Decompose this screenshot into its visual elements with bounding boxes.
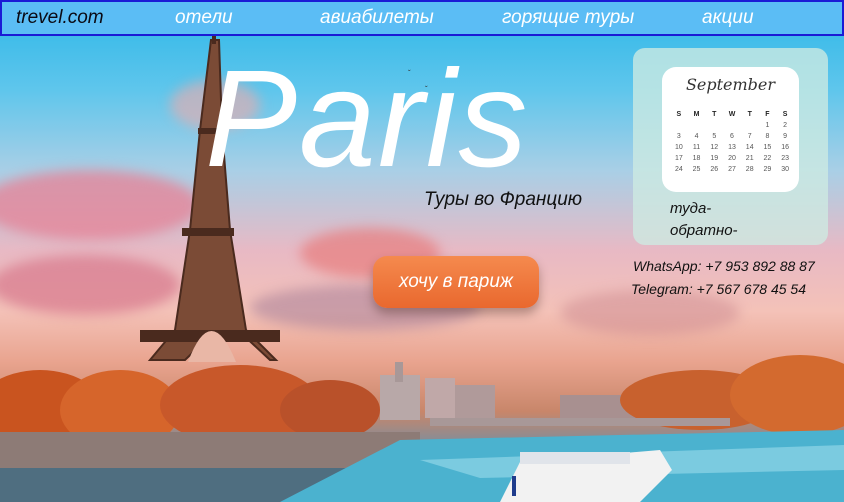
calendar-day[interactable]: 12	[705, 144, 723, 151]
calendar-day[interactable]: 9	[776, 133, 794, 140]
cta-button[interactable]: хочу в париж	[373, 256, 539, 308]
nav-link-flights[interactable]: авиабилеты	[320, 7, 434, 29]
calendar-day[interactable]: 17	[670, 155, 688, 162]
calendar-weekday: M	[693, 111, 700, 118]
calendar-day[interactable]: 5	[705, 133, 723, 140]
calendar-day[interactable]: 30	[776, 166, 794, 173]
calendar-day[interactable]: 20	[723, 155, 741, 162]
calendar-weekday: W	[728, 111, 736, 118]
calendar-weekday: F	[765, 111, 770, 118]
calendar-weekday: T	[747, 111, 752, 118]
calendar-day[interactable]: 21	[741, 155, 759, 162]
calendar-day[interactable]: 16	[776, 144, 794, 151]
calendar-day[interactable]: 28	[741, 166, 759, 173]
brand-logo-link[interactable]: trevel.com	[16, 7, 104, 29]
nav-link-deals[interactable]: акции	[702, 7, 754, 29]
calendar-day	[705, 122, 723, 129]
calendar-day[interactable]: 19	[705, 155, 723, 162]
calendar-month-title: September	[685, 75, 776, 94]
page-title: Paris	[205, 42, 530, 196]
calendar-day[interactable]: 22	[759, 155, 777, 162]
return-label: обратно-	[670, 222, 738, 239]
calendar-day	[741, 122, 759, 129]
calendar-day[interactable]: 10	[670, 144, 688, 151]
top-navigation-bar: trevel.com отели авиабилеты горящие туры…	[0, 0, 844, 36]
whatsapp-contact[interactable]: WhatsApp: +7 953 892 88 87	[633, 258, 815, 274]
calendar-day[interactable]: 1	[759, 122, 777, 129]
calendar-day[interactable]: 18	[688, 155, 706, 162]
page-subtitle: Туры во Францию	[424, 189, 583, 210]
calendar-day[interactable]: 29	[759, 166, 777, 173]
calendar-day[interactable]: 13	[723, 144, 741, 151]
nav-link-hot-tours[interactable]: горящие туры	[502, 7, 634, 29]
departure-label: туда-	[670, 200, 712, 217]
telegram-contact[interactable]: Telegram: +7 567 678 45 54	[631, 281, 806, 297]
calendar-day[interactable]: 26	[705, 166, 723, 173]
calendar-day[interactable]: 27	[723, 166, 741, 173]
calendar-day	[688, 122, 706, 129]
calendar-day[interactable]: 14	[741, 144, 759, 151]
calendar-day[interactable]: 3	[670, 133, 688, 140]
calendar-day[interactable]: 11	[688, 144, 706, 151]
calendar-weekday: T	[712, 111, 717, 118]
calendar-grid: S M T W T F S 1 2 3 4 5 6 7 8 9 10 11 12 13 14 15 16 17 18 19 20 21…	[670, 111, 794, 173]
calendar-day[interactable]: 6	[723, 133, 741, 140]
calendar-widget[interactable]: September S M T W T F S 1 2 3 4 5 6 7 8 9 10 11 12 13 14 15 16…	[662, 67, 799, 192]
calendar-day[interactable]: 4	[688, 133, 706, 140]
nav-link-hotels[interactable]: отели	[175, 7, 233, 29]
calendar-day[interactable]: 15	[759, 144, 777, 151]
calendar-day	[670, 122, 688, 129]
calendar-weekday: S	[782, 111, 788, 118]
calendar-day[interactable]: 25	[688, 166, 706, 173]
calendar-day[interactable]: 7	[741, 133, 759, 140]
calendar-day[interactable]: 23	[776, 155, 794, 162]
calendar-day[interactable]: 24	[670, 166, 688, 173]
calendar-day[interactable]: 2	[776, 122, 794, 129]
calendar-weekday: S	[676, 111, 682, 118]
calendar-day	[723, 122, 741, 129]
calendar-day[interactable]: 8	[759, 133, 777, 140]
